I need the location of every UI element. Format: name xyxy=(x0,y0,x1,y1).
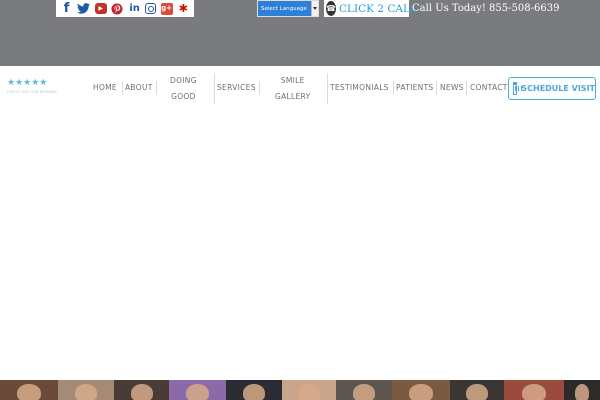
reviews-badge[interactable]: ★★★★★ CHECK OUT OUR REVIEWS xyxy=(7,78,57,95)
nav-smile-gallery-line1: SMILE xyxy=(280,76,305,85)
nav-patients[interactable]: PATIENTS xyxy=(396,80,433,96)
facebook-icon[interactable]: f xyxy=(60,2,73,15)
nav-doing-good-line1: DOING xyxy=(170,76,197,85)
patient-photo xyxy=(392,380,450,400)
patient-photo xyxy=(504,380,564,400)
youtube-icon[interactable]: ▶ xyxy=(94,3,107,14)
nav-services[interactable]: SERVICES xyxy=(217,80,256,96)
chevron-down-icon[interactable] xyxy=(311,1,318,16)
call-today-phone[interactable]: Call Us Today! 855-508-6639 xyxy=(412,3,559,14)
nav-patients-label: PATIENTS xyxy=(396,83,434,92)
top-header-bar: f ▶ in g+ ✱ Select Language ☎ CLICK 2 CA… xyxy=(0,0,600,66)
patient-photo xyxy=(226,380,282,400)
schedule-visit-label: SCHEDULE VISIT xyxy=(521,84,595,93)
patient-photo xyxy=(169,380,226,400)
reviews-caption: CHECK OUT OUR REVIEWS xyxy=(7,90,57,94)
patient-photo-strip xyxy=(0,380,600,400)
patient-photo xyxy=(0,380,58,400)
nav-divider xyxy=(259,81,260,95)
patient-photo xyxy=(58,380,114,400)
nav-about-label: ABOUT xyxy=(125,83,153,92)
pinterest-icon[interactable] xyxy=(111,2,124,15)
nav-testimonials-label: TESTIMONIALS xyxy=(330,83,389,92)
phone-icon: ☎ xyxy=(326,1,336,16)
yelp-icon[interactable]: ✱ xyxy=(177,2,190,15)
patient-photo xyxy=(564,380,600,400)
nav-services-label: SERVICES xyxy=(217,83,256,92)
patient-photo xyxy=(450,380,504,400)
google-plus-icon[interactable]: g+ xyxy=(160,2,173,15)
nav-testimonials[interactable]: TESTIMONIALS xyxy=(330,80,389,96)
nav-news-label: NEWS xyxy=(440,83,464,92)
nav-divider xyxy=(327,73,328,104)
nav-smile-gallery-line2: GALLERY xyxy=(275,92,311,101)
nav-smile-gallery[interactable]: SMILE GALLERY xyxy=(275,73,310,105)
twitter-icon[interactable] xyxy=(77,2,91,15)
star-rating-icon: ★★★★★ xyxy=(7,78,48,88)
linkedin-icon[interactable]: in xyxy=(128,2,141,15)
instagram-icon[interactable] xyxy=(145,3,157,14)
patient-photo xyxy=(336,380,392,400)
schedule-visit-button[interactable]: SCHEDULE VISIT xyxy=(508,77,596,100)
nav-divider xyxy=(393,81,394,95)
nav-contact-label: CONTACT xyxy=(470,83,508,92)
nav-home[interactable]: HOME xyxy=(93,80,117,96)
nav-news[interactable]: NEWS xyxy=(440,80,464,96)
nav-divider xyxy=(214,73,215,104)
patient-photo xyxy=(114,380,169,400)
language-select-value: Select Language xyxy=(261,5,307,12)
nav-contact[interactable]: CONTACT xyxy=(470,80,508,96)
language-select[interactable]: Select Language xyxy=(257,0,319,17)
nav-about[interactable]: ABOUT xyxy=(125,80,153,96)
nav-doing-good[interactable]: DOING GOOD xyxy=(170,73,197,105)
nav-doing-good-line2: GOOD xyxy=(171,92,196,101)
social-icons-bar: f ▶ in g+ ✱ xyxy=(56,0,194,17)
nav-divider xyxy=(466,81,467,95)
nav-divider xyxy=(122,81,123,95)
click-2-call-label: CLICK 2 CALL xyxy=(338,2,417,15)
nav-home-label: HOME xyxy=(93,83,117,92)
nav-divider xyxy=(156,81,157,95)
click-2-call-button[interactable]: ☎ CLICK 2 CALL xyxy=(324,0,417,17)
patient-photo xyxy=(282,380,336,400)
nav-divider xyxy=(436,81,437,95)
calendar-icon xyxy=(513,82,524,95)
